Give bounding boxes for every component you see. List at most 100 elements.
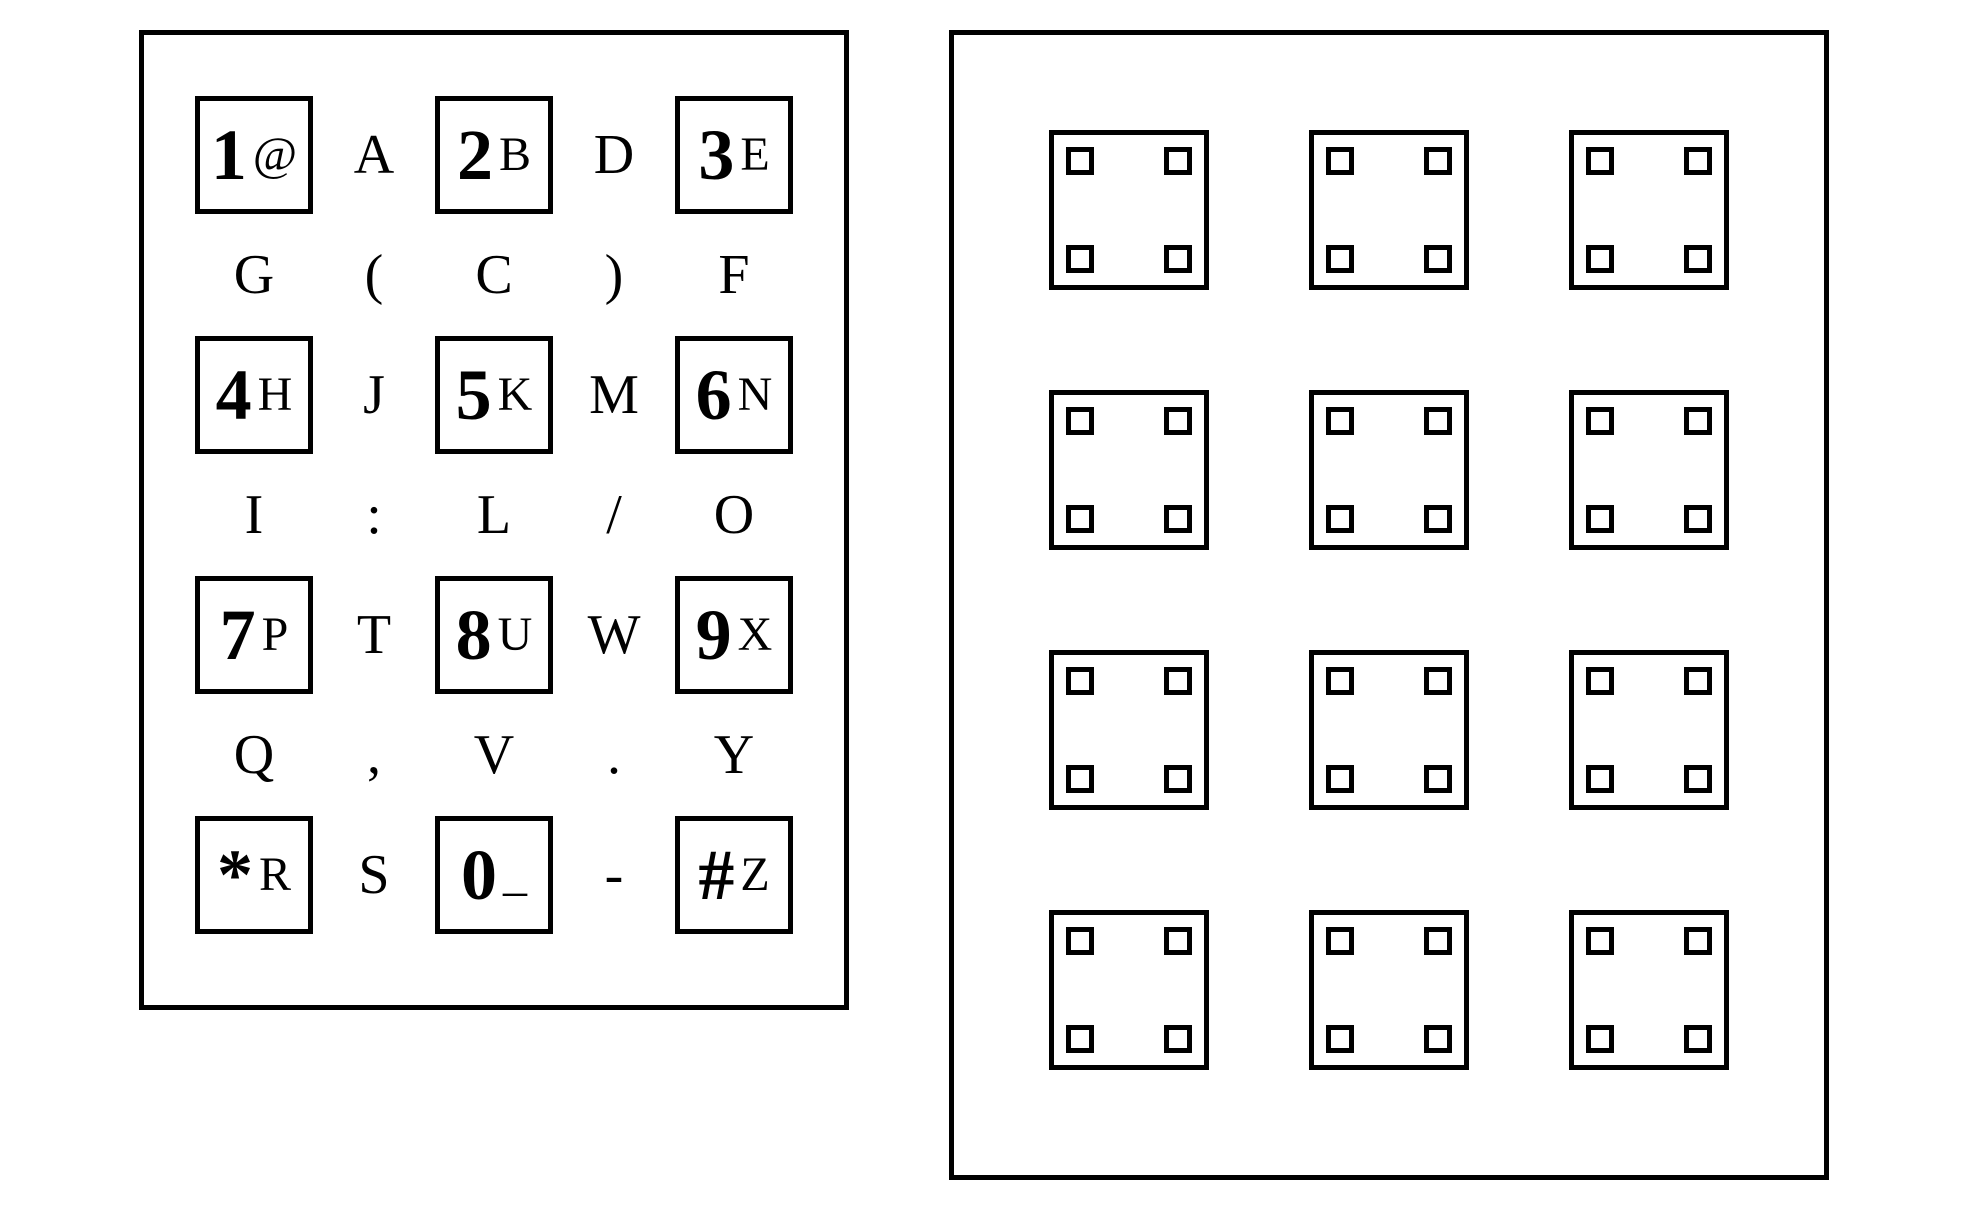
below-1-F: F xyxy=(718,243,749,307)
key-5[interactable]: 5 K xyxy=(435,336,553,454)
contact-icon xyxy=(1326,505,1354,533)
between-7-8: T xyxy=(357,607,391,663)
contact-icon xyxy=(1326,1025,1354,1053)
below-2-I: I xyxy=(245,483,264,547)
contact-icon xyxy=(1326,245,1354,273)
key-3-sub: E xyxy=(740,131,769,179)
contact-icon xyxy=(1586,1025,1614,1053)
between-1-2: A xyxy=(354,127,394,183)
switch-6[interactable] xyxy=(1569,390,1729,550)
contact-icon xyxy=(1424,245,1452,273)
key-star-main: * xyxy=(217,839,253,911)
switch-0[interactable] xyxy=(1309,910,1469,1070)
contact-icon xyxy=(1586,407,1614,435)
contact-icon xyxy=(1164,407,1192,435)
switch-1[interactable] xyxy=(1049,130,1209,290)
contact-icon xyxy=(1424,667,1452,695)
key-0[interactable]: 0 _ xyxy=(435,816,553,934)
key-star[interactable]: * R xyxy=(195,816,313,934)
contact-icon xyxy=(1684,765,1712,793)
contact-icon xyxy=(1066,505,1094,533)
between-8-9: W xyxy=(588,607,641,663)
contact-icon xyxy=(1424,147,1452,175)
contact-icon xyxy=(1586,927,1614,955)
contact-icon xyxy=(1326,407,1354,435)
contact-icon xyxy=(1684,505,1712,533)
switch-grid xyxy=(1004,95,1774,1105)
switch-9[interactable] xyxy=(1569,650,1729,810)
key-4-main: 4 xyxy=(216,359,252,431)
key-7[interactable]: 7 P xyxy=(195,576,313,694)
switch-3[interactable] xyxy=(1569,130,1729,290)
keypad-switch-panel xyxy=(949,30,1829,1180)
key-4-sub: H xyxy=(258,371,293,419)
contact-icon xyxy=(1066,245,1094,273)
key-2-sub: B xyxy=(499,131,531,179)
below-2-L: L xyxy=(477,483,511,547)
key-8-main: 8 xyxy=(456,599,492,671)
contact-icon xyxy=(1586,667,1614,695)
contact-icon xyxy=(1684,407,1712,435)
key-1[interactable]: 1 @ xyxy=(195,96,313,214)
below-1-C: C xyxy=(475,243,512,307)
contact-icon xyxy=(1164,147,1192,175)
contact-icon xyxy=(1424,765,1452,793)
below-2-colon: : xyxy=(366,483,382,547)
below-3-V: V xyxy=(474,723,514,787)
key-1-sub: @ xyxy=(253,131,297,179)
key-8[interactable]: 8 U xyxy=(435,576,553,694)
key-3-main: 3 xyxy=(698,119,734,191)
key-4[interactable]: 4 H xyxy=(195,336,313,454)
keypad-character-layout-panel: 1 @ A 2 B D 3 E G ( C ) F 4 H J 5 K M 6 xyxy=(139,30,849,1010)
between-0-hash: - xyxy=(605,847,624,903)
contact-icon xyxy=(1684,245,1712,273)
switch-2[interactable] xyxy=(1309,130,1469,290)
key-1-main: 1 xyxy=(211,119,247,191)
key-9-main: 9 xyxy=(696,599,732,671)
between-star-0: S xyxy=(358,847,389,903)
key-hash-sub: Z xyxy=(740,851,769,899)
below-2-O: O xyxy=(714,483,754,547)
contact-icon xyxy=(1164,505,1192,533)
contact-icon xyxy=(1164,667,1192,695)
key-9[interactable]: 9 X xyxy=(675,576,793,694)
key-2[interactable]: 2 B xyxy=(435,96,553,214)
key-7-main: 7 xyxy=(220,599,256,671)
key-3[interactable]: 3 E xyxy=(675,96,793,214)
switch-4[interactable] xyxy=(1049,390,1209,550)
switch-hash[interactable] xyxy=(1569,910,1729,1070)
contact-icon xyxy=(1586,765,1614,793)
below-3-comma: , xyxy=(367,723,381,787)
below-3-Q: Q xyxy=(234,723,274,787)
contact-icon xyxy=(1066,407,1094,435)
below-2-slash: / xyxy=(606,483,622,547)
contact-icon xyxy=(1684,1025,1712,1053)
below-1-G: G xyxy=(234,243,274,307)
key-2-main: 2 xyxy=(457,119,493,191)
switch-7[interactable] xyxy=(1049,650,1209,810)
contact-icon xyxy=(1164,245,1192,273)
switch-star[interactable] xyxy=(1049,910,1209,1070)
below-1-paren-open: ( xyxy=(365,243,384,307)
key-7-sub: P xyxy=(262,611,289,659)
key-hash[interactable]: # Z xyxy=(675,816,793,934)
contact-icon xyxy=(1164,927,1192,955)
contact-icon xyxy=(1684,927,1712,955)
contact-icon xyxy=(1164,765,1192,793)
below-3-period: . xyxy=(607,723,621,787)
key-hash-main: # xyxy=(698,839,734,911)
switch-5[interactable] xyxy=(1309,390,1469,550)
contact-icon xyxy=(1586,505,1614,533)
contact-icon xyxy=(1586,245,1614,273)
contact-icon xyxy=(1684,667,1712,695)
contact-icon xyxy=(1326,667,1354,695)
key-6-sub: N xyxy=(738,371,773,419)
switch-8[interactable] xyxy=(1309,650,1469,810)
key-0-sub: _ xyxy=(503,851,527,899)
keypad-grid: 1 @ A 2 B D 3 E G ( C ) F 4 H J 5 K M 6 xyxy=(194,95,794,935)
key-5-main: 5 xyxy=(456,359,492,431)
key-6[interactable]: 6 N xyxy=(675,336,793,454)
contact-icon xyxy=(1586,147,1614,175)
contact-icon xyxy=(1326,927,1354,955)
contact-icon xyxy=(1066,667,1094,695)
